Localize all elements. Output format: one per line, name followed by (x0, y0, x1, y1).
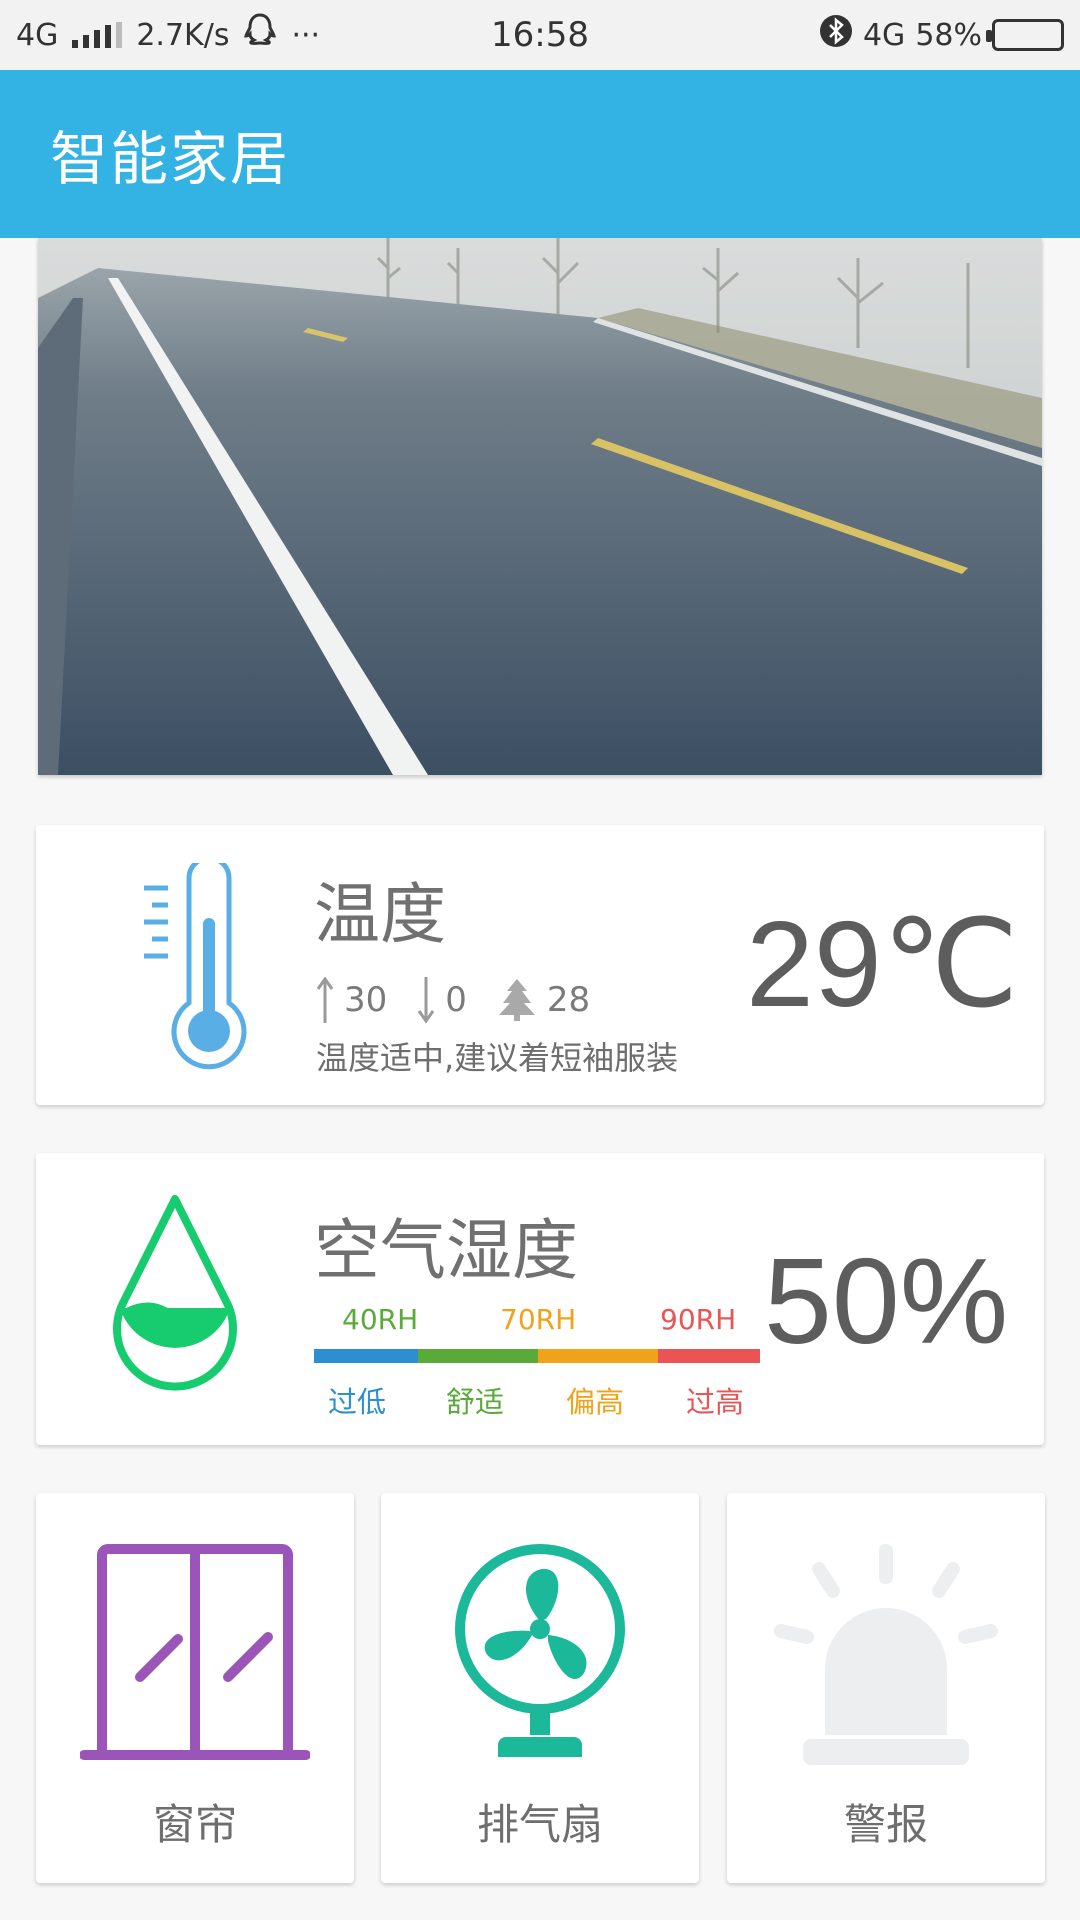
thermometer-icon (144, 863, 247, 1070)
app-title: 智能家居 (50, 125, 291, 193)
scale-bar-comfort (418, 1349, 538, 1363)
signal-icon (72, 22, 123, 48)
battery-icon (986, 19, 1064, 51)
tick-90rh: 90RH (660, 1303, 737, 1336)
fan-tile[interactable]: 排气扇 (381, 1493, 699, 1883)
zone-comfort: 舒适 (446, 1385, 505, 1419)
more-icon: ··· (291, 17, 321, 53)
fan-icon (455, 1544, 625, 1757)
zone-high: 偏高 (566, 1385, 625, 1419)
humidity-scale: 40RH 70RH 90RH 过低 舒适 偏高 过高 (314, 1303, 760, 1419)
alarm-light-icon (774, 1544, 998, 1765)
tick-70rh: 70RH (500, 1303, 577, 1336)
battery-percent: 58% (915, 17, 982, 53)
network-label: 4G (16, 17, 59, 53)
alarm-label: 警报 (843, 1800, 928, 1849)
curtain-tile[interactable]: 窗帘 (36, 1493, 354, 1883)
feels-value: 28 (546, 980, 591, 1020)
low-stat: 0 (417, 977, 467, 1023)
low-value: 0 (445, 980, 467, 1020)
water-drop-icon (113, 1195, 237, 1391)
scale-bar-high (538, 1349, 658, 1363)
scale-bar-low (314, 1349, 418, 1363)
temperature-value: 29℃ (746, 896, 1019, 1032)
hero-image (38, 238, 1042, 775)
net-speed: 2.7K/s (136, 17, 230, 53)
temperature-title: 温度 (314, 876, 446, 953)
bluetooth-icon (819, 14, 853, 56)
temperature-stats: 30 0 28 (316, 977, 620, 1023)
high-stat: 30 (316, 977, 387, 1023)
tick-40rh: 40RH (342, 1303, 419, 1336)
temperature-advice: 温度适中,建议着短袖服装 (316, 1039, 679, 1077)
zone-too-high: 过高 (686, 1385, 745, 1419)
app-bar: 智能家居 (0, 70, 1080, 238)
humidity-value: 50% (764, 1233, 1009, 1369)
humidity-title: 空气湿度 (314, 1212, 578, 1289)
arrow-up-icon (316, 977, 334, 1023)
scale-bar-too-high (658, 1349, 760, 1363)
zone-low: 过低 (328, 1385, 387, 1419)
tree-icon (498, 979, 535, 1021)
status-bar: 4G 2.7K/s ··· 16:58 4G 58% (0, 0, 1080, 70)
high-value: 30 (344, 980, 388, 1020)
network-right: 4G (862, 17, 906, 53)
temperature-card[interactable]: 温度 30 0 28 温度适中,建议着短袖服装 29℃ (36, 825, 1044, 1105)
window-curtain-icon (80, 1544, 310, 1760)
feels-stat: 28 (497, 979, 590, 1021)
qq-icon (243, 13, 277, 57)
humidity-card[interactable]: 空气湿度 40RH 70RH 90RH 过低 舒适 偏高 过高 50% (36, 1153, 1044, 1445)
fan-label: 排气扇 (476, 1800, 603, 1849)
arrow-down-icon (418, 977, 435, 1023)
alarm-tile[interactable]: 警报 (727, 1493, 1045, 1883)
curtain-label: 窗帘 (152, 1800, 237, 1849)
